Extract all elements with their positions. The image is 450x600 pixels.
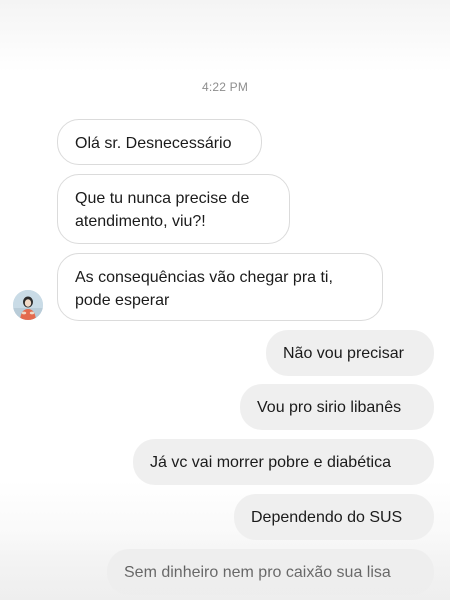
outgoing-message-2[interactable]: Vou pro sirio libanês <box>240 384 434 430</box>
chat-thread[interactable]: 4:22 PM Olá sr. Desnecessário Que tu nun… <box>0 0 450 600</box>
outgoing-message-3[interactable]: Já vc vai morrer pobre e diabética <box>133 439 434 485</box>
outgoing-message-5[interactable]: Sem dinheiro nem pro caixão sua lisa <box>107 549 434 595</box>
sender-avatar[interactable] <box>13 290 43 320</box>
outgoing-message-1[interactable]: Não vou precisar <box>266 330 434 376</box>
outgoing-message-4[interactable]: Dependendo do SUS <box>234 494 434 540</box>
incoming-message-3[interactable]: As consequências vão chegar pra ti, pode… <box>57 253 383 321</box>
incoming-message-1[interactable]: Olá sr. Desnecessário <box>57 119 262 165</box>
message-timestamp: 4:22 PM <box>201 80 249 94</box>
incoming-message-2[interactable]: Que tu nunca precise de atendimento, viu… <box>57 174 290 244</box>
profile-photo-avatar-icon <box>13 290 43 320</box>
